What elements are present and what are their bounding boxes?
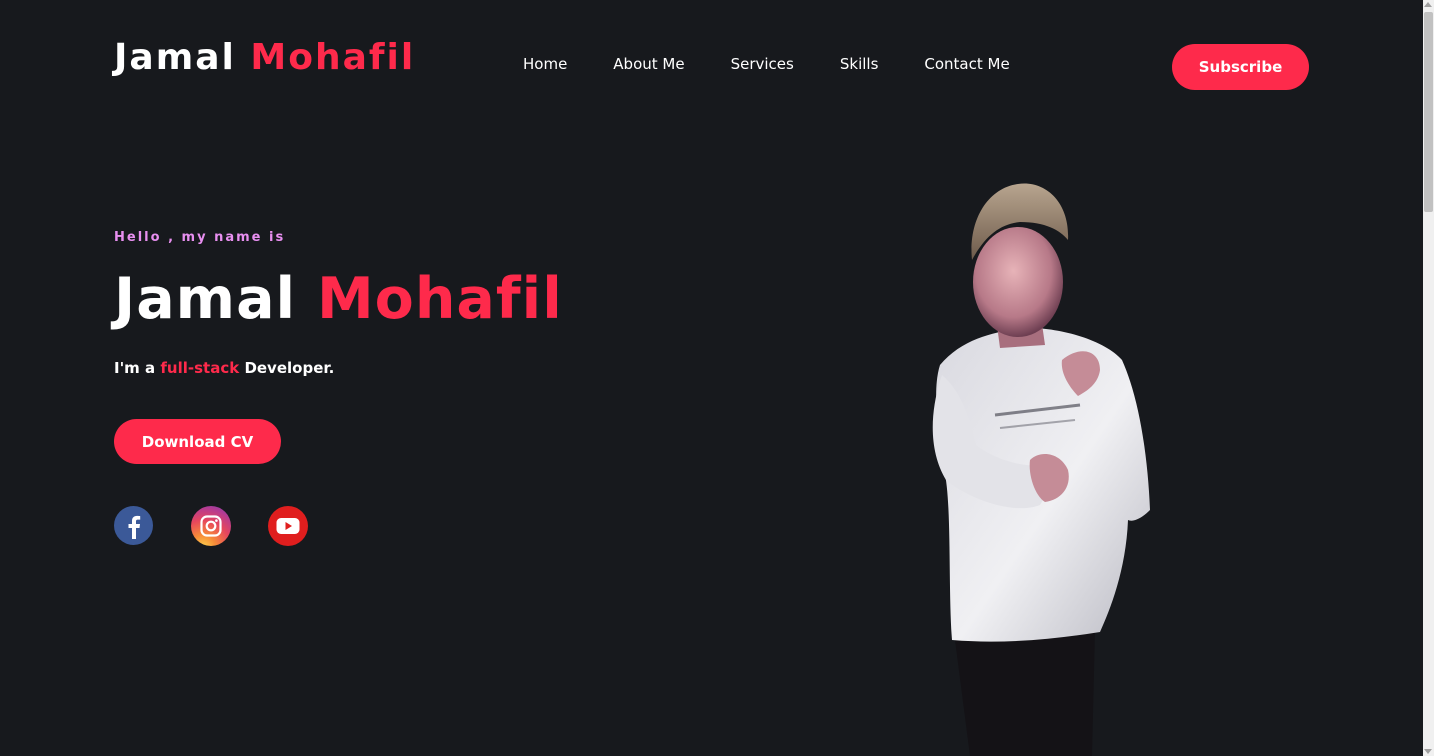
scrollbar-thumb[interactable] [1424, 12, 1433, 212]
hero-first-name: Jamal [114, 266, 297, 332]
facebook-link[interactable] [114, 506, 153, 545]
tagline-suffix: Developer. [244, 359, 335, 377]
scroll-up-icon[interactable] [1424, 2, 1432, 7]
instagram-icon [200, 515, 222, 537]
site-logo[interactable]: Jamal Mohafil [114, 36, 415, 80]
portfolio-page: Jamal Mohafil Home About Me Services Ski… [0, 0, 1434, 756]
hero-greeting: Hello , my name is [114, 230, 286, 245]
youtube-link[interactable] [268, 506, 308, 546]
logo-first-name: Jamal [114, 37, 236, 78]
tagline-prefix: I'm a [114, 359, 156, 377]
page-scrollbar[interactable] [1423, 0, 1434, 756]
subscribe-button[interactable]: Subscribe [1172, 44, 1309, 90]
nav-services[interactable]: Services [731, 55, 794, 73]
nav-skills[interactable]: Skills [840, 55, 879, 73]
hero-name: Jamal Mohafil [114, 262, 563, 336]
hero-last-name: Mohafil [316, 266, 563, 332]
scroll-down-icon[interactable] [1424, 749, 1432, 754]
nav-about-me[interactable]: About Me [613, 55, 684, 73]
tagline-highlight: full-stack [160, 359, 240, 377]
profile-photo [932, 183, 1150, 756]
logo-last-name: Mohafil [250, 37, 416, 78]
nav-contact-me[interactable]: Contact Me [924, 55, 1009, 73]
youtube-icon [276, 518, 300, 534]
nav-home[interactable]: Home [523, 55, 567, 73]
instagram-link[interactable] [191, 506, 231, 546]
main-nav: Home About Me Services Skills Contact Me [500, 52, 1033, 76]
download-cv-button[interactable]: Download CV [114, 419, 281, 464]
facebook-icon [128, 515, 140, 539]
hero-tagline: I'm a full-stack Developer. [114, 359, 334, 377]
